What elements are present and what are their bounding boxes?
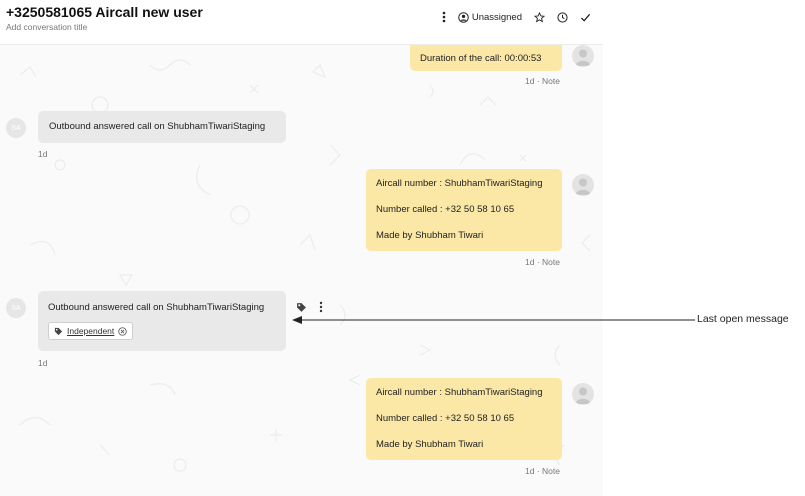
tag-label[interactable]: Independent [67,326,114,336]
assignee-button[interactable]: Unassigned [458,12,522,23]
note-line: Number called : +32 50 58 10 65 [376,413,515,424]
avatar: SA [6,118,26,138]
conversation-thread[interactable]: Duration of the call: 00:00:53 1d · Note… [0,45,603,496]
kebab-menu-icon[interactable] [319,301,323,313]
call-bubble[interactable]: Outbound answered call on ShubhamTiwariS… [38,291,286,351]
call-text: Outbound answered call on ShubhamTiwariS… [48,302,265,313]
message-time: 1d [38,149,48,159]
tag-chip[interactable]: Independent [48,322,134,340]
note-line: Number called : +32 50 58 10 65 [376,204,515,215]
call-bubble[interactable]: Outbound answered call on ShubhamTiwariS… [38,111,286,143]
tag-icon[interactable] [296,302,307,313]
message-meta: 1d · Note [525,466,560,476]
conversation-title: +3250581065 Aircall new user [6,4,203,20]
add-title-link[interactable]: Add conversation title [6,22,87,32]
star-icon [534,11,545,22]
message-meta: 1d · Note [525,257,560,267]
note-bubble[interactable]: Duration of the call: 00:00:53 [410,45,562,71]
header-actions: Unassigned [442,11,591,23]
user-circle-icon [458,11,469,23]
avatar: SA [6,298,26,318]
kebab-menu-icon [442,11,446,23]
note-line: Aircall number : ShubhamTiwariStaging [376,387,543,398]
avatar [572,383,594,405]
tag-icon [54,327,63,335]
star-button[interactable] [534,11,545,23]
note-line: Made by Shubham Tiwari [376,230,484,241]
note-line: Duration of the call: 00:00:53 [420,53,542,64]
user-avatar-icon [575,49,591,66]
user-avatar-icon [575,387,591,404]
close-conversation-button[interactable] [580,12,591,23]
snooze-button[interactable] [557,11,568,23]
message-actions [296,301,323,313]
assignee-label: Unassigned [471,11,522,23]
avatar [572,174,594,196]
user-avatar-icon [575,178,591,195]
avatar [572,45,594,67]
conversation-header: +3250581065 Aircall new user Add convers… [0,0,603,45]
note-line: Aircall number : ShubhamTiwariStaging [376,178,543,189]
note-bubble[interactable]: Aircall number : ShubhamTiwariStaging Nu… [366,378,562,460]
checkmark-icon [580,13,591,22]
close-circle-icon[interactable] [118,326,127,336]
clock-icon [557,11,568,23]
note-line: Made by Shubham Tiwari [376,439,484,450]
message-meta: 1d · Note [525,76,560,86]
message-time: 1d [38,358,48,368]
note-bubble[interactable]: Aircall number : ShubhamTiwariStaging Nu… [366,169,562,251]
more-options-button[interactable] [442,11,446,23]
call-text: Outbound answered call on ShubhamTiwariS… [49,121,266,132]
annotation-label: Last open message [697,313,789,325]
